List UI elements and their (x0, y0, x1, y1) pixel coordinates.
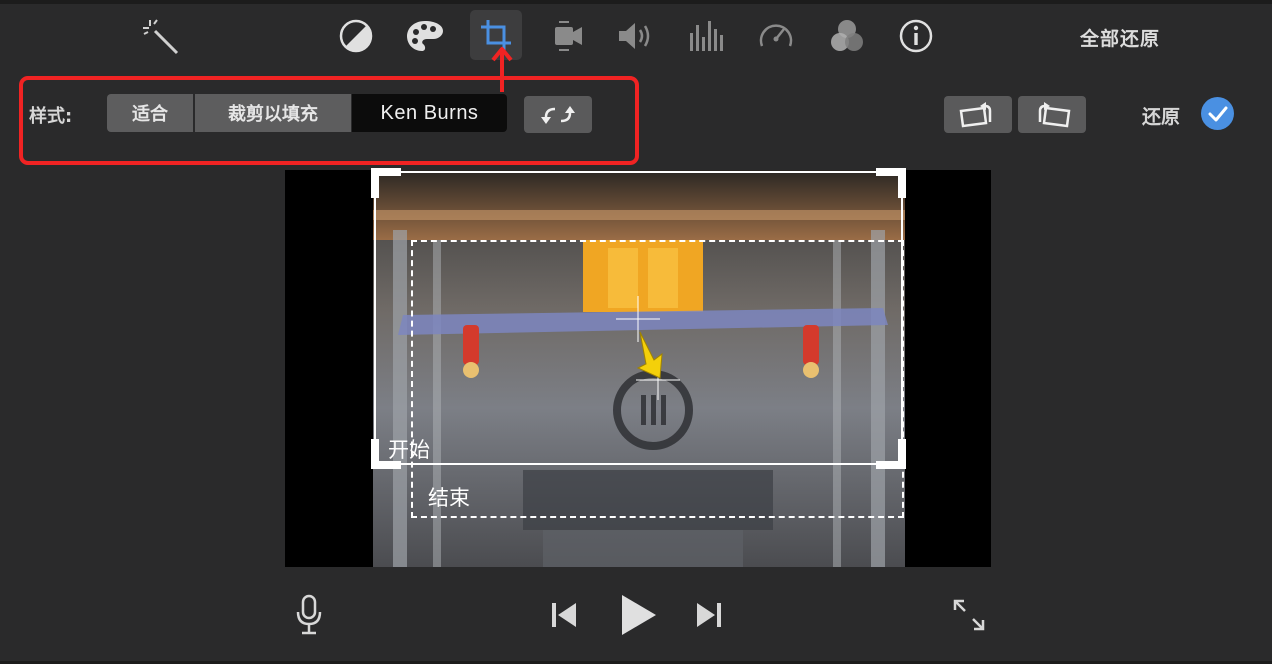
fullscreen-icon[interactable] (950, 596, 988, 634)
apply-button[interactable] (1201, 97, 1234, 130)
swap-start-end-button[interactable] (524, 96, 592, 133)
rotate-left-button[interactable] (944, 96, 1012, 133)
skip-forward-icon[interactable] (692, 598, 726, 632)
rotate-left-icon (959, 101, 992, 127)
crop-handle-bottom-right[interactable] (876, 439, 906, 469)
info-icon[interactable] (894, 14, 938, 58)
reset-button[interactable]: 还原 (1142, 102, 1180, 129)
volume-icon[interactable] (613, 14, 657, 58)
ken-burns-motion-arrow-icon (616, 296, 680, 400)
end-label: 结束 (428, 486, 470, 510)
clip-filter-icon[interactable] (825, 14, 869, 58)
microphone-icon[interactable] (292, 592, 326, 638)
rotate-right-button[interactable] (1018, 96, 1086, 133)
style-crop-to-fill-button[interactable]: 裁剪以填充 (195, 94, 351, 132)
crop-handle-top-right[interactable] (876, 168, 906, 198)
skip-back-icon[interactable] (547, 598, 581, 632)
play-icon[interactable] (615, 592, 661, 638)
noise-eq-icon[interactable] (684, 14, 728, 58)
magic-wand-icon[interactable] (138, 14, 182, 58)
color-correction-icon[interactable] (403, 14, 447, 58)
style-label: 样式: (29, 106, 73, 127)
start-label: 开始 (388, 438, 430, 462)
reset-all-button[interactable]: 全部还原 (1080, 24, 1160, 51)
rotate-right-icon (1038, 101, 1071, 127)
checkmark-icon (1208, 106, 1227, 121)
stabilization-icon[interactable] (545, 14, 589, 58)
swap-start-end-icon (541, 105, 575, 124)
window-top-border (0, 0, 1272, 4)
color-balance-icon[interactable] (334, 14, 378, 58)
speed-icon[interactable] (754, 14, 798, 58)
style-ken-burns-button[interactable]: Ken Burns (352, 94, 507, 132)
style-fit-button[interactable]: 适合 (107, 94, 193, 132)
crop-handle-top-left[interactable] (371, 168, 401, 198)
